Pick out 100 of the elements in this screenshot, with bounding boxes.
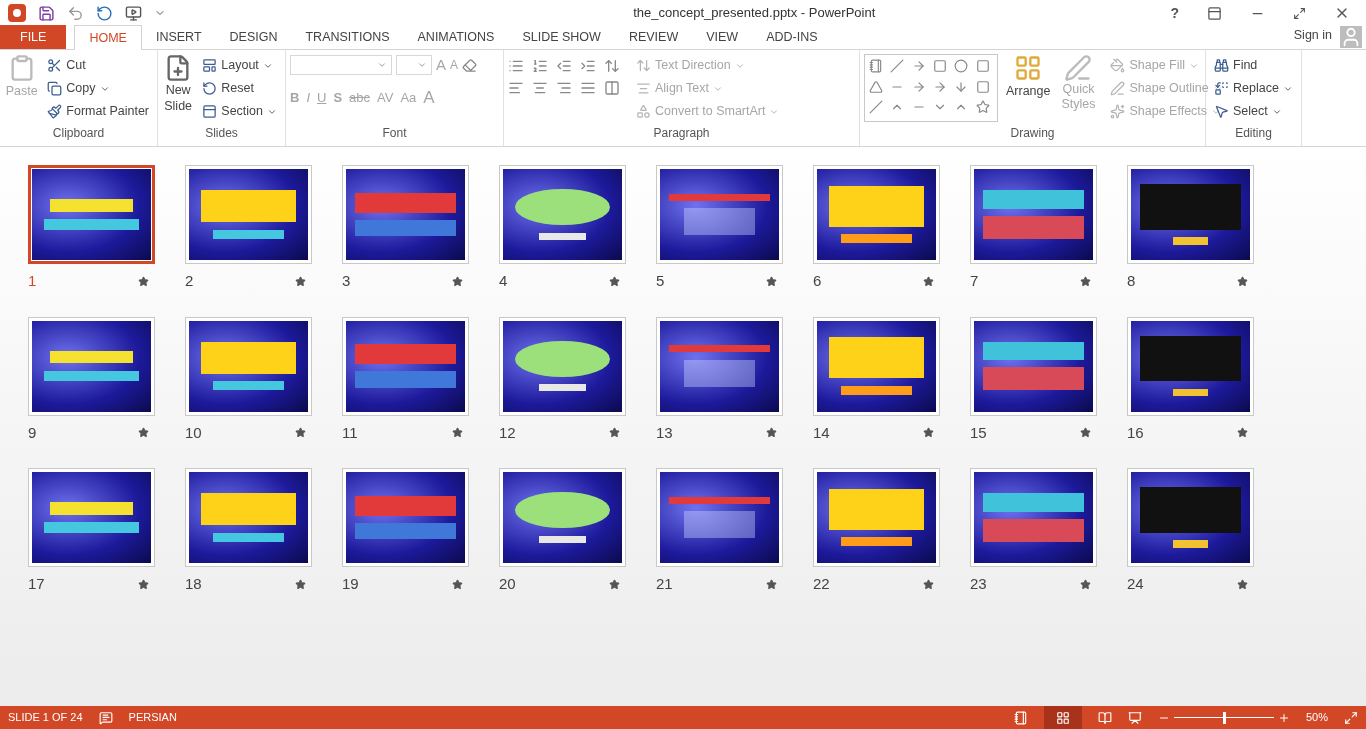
ribbon-tab[interactable]: SLIDE SHOW bbox=[508, 25, 615, 49]
clear-format-icon[interactable] bbox=[462, 57, 478, 73]
slide-thumbnail[interactable] bbox=[342, 165, 469, 264]
ribbon-tab[interactable]: TRANSITIONS bbox=[291, 25, 404, 49]
alignment-icon[interactable] bbox=[580, 80, 596, 96]
ribbon-button[interactable]: Format Painter bbox=[43, 100, 153, 123]
slide-thumbnail[interactable] bbox=[656, 165, 783, 264]
slide-thumbnail[interactable] bbox=[499, 468, 626, 567]
slide-thumbnail[interactable] bbox=[656, 468, 783, 567]
slide-thumbnail[interactable] bbox=[970, 468, 1097, 567]
spell-check-icon[interactable] bbox=[98, 710, 113, 725]
alignment-icon[interactable] bbox=[508, 80, 524, 96]
zoom-level[interactable]: 50% bbox=[1305, 709, 1328, 726]
shape-icon[interactable] bbox=[911, 59, 926, 73]
slide-thumbnail[interactable] bbox=[28, 468, 155, 567]
sign-in-link[interactable]: Sign in bbox=[1285, 26, 1340, 45]
slide-number: 5 bbox=[656, 271, 665, 291]
shape-icon[interactable] bbox=[975, 79, 990, 94]
zoom-slider-thumb[interactable] bbox=[1222, 711, 1226, 724]
slide-thumbnail[interactable] bbox=[28, 316, 155, 416]
save-icon[interactable] bbox=[38, 4, 55, 22]
shape-icon[interactable] bbox=[954, 59, 969, 73]
app-logo-icon bbox=[8, 4, 26, 22]
slide-number: 23 bbox=[970, 574, 987, 594]
ribbon-button[interactable]: Copy bbox=[43, 77, 153, 100]
slide-thumbnail[interactable] bbox=[1127, 468, 1254, 567]
slide-thumbnail[interactable] bbox=[185, 468, 312, 567]
slideshow-view-icon[interactable] bbox=[1127, 710, 1142, 725]
shape-icon[interactable] bbox=[890, 59, 905, 73]
button-icon bbox=[1214, 58, 1229, 73]
grid-icon bbox=[1055, 710, 1070, 725]
ribbon-tab[interactable]: ADD-INS bbox=[752, 25, 832, 49]
button-icon bbox=[1110, 58, 1126, 73]
redo-icon[interactable] bbox=[96, 4, 113, 22]
slide-thumbnail[interactable] bbox=[1127, 316, 1254, 416]
ribbon-button[interactable]: Section bbox=[198, 100, 281, 123]
paragraph-icon[interactable] bbox=[556, 58, 572, 74]
paragraph-icon[interactable] bbox=[508, 58, 524, 74]
slide-thumbnail[interactable] bbox=[342, 468, 469, 567]
shape-icon[interactable] bbox=[869, 59, 883, 73]
font-size-field[interactable] bbox=[396, 55, 432, 76]
slide-thumbnail[interactable] bbox=[28, 165, 155, 264]
slide-thumbnail[interactable] bbox=[656, 316, 783, 416]
slide-thumbnail[interactable] bbox=[813, 316, 940, 416]
shape-icon[interactable] bbox=[933, 79, 947, 94]
font-name-field[interactable] bbox=[290, 55, 392, 76]
slideshow-icon[interactable] bbox=[125, 4, 142, 22]
button-icon bbox=[202, 58, 218, 73]
file-tab[interactable]: FILE bbox=[0, 25, 67, 49]
arrange-button[interactable]: Arrange bbox=[1006, 54, 1051, 123]
slide-thumbnail[interactable] bbox=[970, 316, 1097, 416]
shape-icon[interactable] bbox=[869, 79, 883, 94]
slide-thumbnail[interactable] bbox=[813, 468, 940, 567]
ribbon-button[interactable]: Layout bbox=[198, 54, 281, 77]
slide-thumbnail[interactable] bbox=[185, 316, 312, 416]
ribbon-tab[interactable]: REVIEW bbox=[614, 25, 693, 49]
alignment-icon[interactable] bbox=[532, 80, 548, 96]
slide-number: 9 bbox=[28, 422, 37, 443]
reading-view-icon[interactable] bbox=[1097, 710, 1112, 725]
zoom-in-icon[interactable] bbox=[1277, 711, 1290, 724]
ribbon-display-icon[interactable] bbox=[1207, 5, 1222, 21]
ribbon-button[interactable]: Cut bbox=[43, 54, 153, 77]
slide-thumbnail[interactable] bbox=[342, 316, 469, 416]
slide-thumbnail[interactable] bbox=[1127, 165, 1254, 264]
shape-icon[interactable] bbox=[975, 100, 990, 115]
slide-sorter-view-button[interactable] bbox=[1043, 706, 1082, 729]
paragraph-icon[interactable] bbox=[532, 58, 548, 74]
paragraph-icon[interactable] bbox=[580, 58, 596, 74]
alignment-icon[interactable] bbox=[604, 80, 620, 96]
restore-icon[interactable] bbox=[1293, 6, 1306, 20]
alignment-icon[interactable] bbox=[556, 80, 572, 96]
ribbon-tab[interactable]: DESIGN bbox=[215, 25, 292, 49]
shape-icon[interactable] bbox=[975, 59, 990, 73]
ribbon-tab[interactable]: INSERT bbox=[141, 25, 216, 49]
ribbon-tab[interactable]: ANIMATIONS bbox=[403, 25, 509, 49]
paragraph-icon[interactable] bbox=[604, 58, 620, 74]
quick-styles-icon bbox=[1064, 54, 1093, 82]
normal-view-icon[interactable] bbox=[1013, 710, 1028, 725]
slide-number: 13 bbox=[656, 422, 673, 443]
slide-number: 18 bbox=[185, 574, 202, 594]
slide-thumbnail[interactable] bbox=[185, 165, 312, 264]
shape-icon[interactable] bbox=[933, 59, 947, 73]
ribbon-button[interactable]: Reset bbox=[198, 77, 281, 100]
slide-number: 3 bbox=[342, 271, 351, 291]
slide-thumbnail[interactable] bbox=[499, 165, 626, 264]
shapes-gallery[interactable] bbox=[864, 54, 998, 122]
shape-icon[interactable] bbox=[869, 100, 883, 115]
undo-icon[interactable] bbox=[67, 4, 84, 22]
ribbon-tab[interactable]: VIEW bbox=[692, 25, 753, 49]
new-slide-button[interactable]: New Slide bbox=[162, 54, 195, 114]
slide-thumbnail[interactable] bbox=[499, 316, 626, 416]
ribbon-tab[interactable]: HOME bbox=[74, 25, 142, 50]
help-button[interactable]: ? bbox=[1162, 2, 1187, 24]
fit-to-window-icon[interactable] bbox=[1344, 710, 1358, 725]
slide-thumbnail[interactable] bbox=[813, 165, 940, 264]
slide-number: 1 bbox=[28, 271, 37, 291]
slide-thumbnail[interactable] bbox=[970, 165, 1097, 264]
group-label: Paragraph bbox=[652, 125, 711, 142]
shape-icon[interactable] bbox=[911, 79, 926, 94]
window-title: the_concept_presented.pptx - PowerPoint bbox=[632, 4, 877, 23]
